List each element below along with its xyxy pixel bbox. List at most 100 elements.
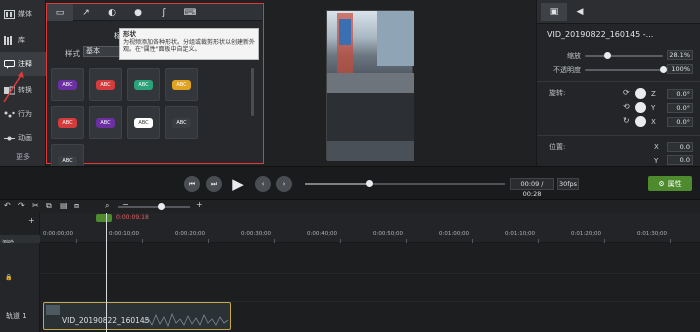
sidebar-item-animations[interactable]: 动画 bbox=[0, 126, 46, 150]
next-clip-button[interactable]: › bbox=[276, 176, 292, 192]
add-track-icon[interactable]: + bbox=[28, 216, 35, 225]
more-button[interactable]: 更多 bbox=[0, 152, 46, 162]
opacity-slider[interactable] bbox=[585, 69, 663, 71]
axis-y-label: Y bbox=[651, 104, 656, 112]
rotation-z-dial[interactable] bbox=[635, 88, 646, 99]
play-icon: ▶ bbox=[232, 175, 244, 193]
step-forward-icon: ⏭ bbox=[210, 179, 218, 188]
paste-icon[interactable]: ▤ bbox=[60, 201, 68, 210]
rotation-y-value[interactable]: 0.0° bbox=[667, 103, 693, 113]
scale-label: 缩放 bbox=[567, 52, 581, 60]
zoom-slider[interactable] bbox=[118, 206, 190, 208]
track-separator bbox=[40, 273, 700, 274]
ruler-tick-label: 0:00:20;00 bbox=[175, 231, 206, 237]
cut-icon[interactable]: ✂ bbox=[32, 201, 39, 210]
track-name[interactable]: 轨道 1 bbox=[6, 311, 27, 321]
fps-display[interactable]: 30fps bbox=[557, 178, 579, 190]
tab-audio-properties[interactable]: ◀ bbox=[567, 3, 593, 21]
rotation-x-dial[interactable] bbox=[635, 116, 646, 127]
playhead-line bbox=[106, 213, 107, 332]
opacity-slider-knob[interactable] bbox=[660, 66, 667, 73]
audio-icon: ◀ bbox=[576, 7, 584, 17]
tab-visual-properties[interactable]: ▣ bbox=[541, 3, 567, 21]
scale-slider-knob[interactable] bbox=[603, 52, 611, 59]
timeline-ruler[interactable]: 0:00:09;18 0:00:00;00 0:00:10;00 0:00:20;0… bbox=[40, 213, 700, 243]
arrow-icon: ↗ bbox=[82, 7, 90, 18]
step-back-icon: ⏮ bbox=[188, 179, 196, 188]
library-icon bbox=[4, 35, 15, 45]
sidebar-item-media[interactable]: 媒体 bbox=[0, 2, 46, 26]
callout-thumbnail[interactable]: ABC bbox=[51, 68, 84, 101]
callout-thumbnail-label: ABC bbox=[58, 155, 77, 166]
video-frame-image bbox=[327, 11, 414, 161]
rotate-x-icon: ↻ bbox=[623, 116, 630, 125]
video-preview[interactable] bbox=[326, 10, 414, 161]
callout-thumbnail[interactable]: ABC bbox=[127, 106, 160, 139]
opacity-value[interactable]: 100% bbox=[667, 64, 693, 74]
sidebar-item-library[interactable]: 库 bbox=[0, 28, 46, 52]
callout-thumbnail[interactable]: ABC bbox=[165, 68, 198, 101]
play-button[interactable]: ▶ bbox=[228, 174, 248, 194]
step-back-button[interactable]: ⏮ bbox=[184, 176, 200, 192]
scrub-knob[interactable] bbox=[366, 180, 373, 187]
blur-icon: ● bbox=[134, 7, 142, 18]
ruler-tick-label: 0:01:30;00 bbox=[637, 231, 668, 237]
lock-icon[interactable]: 🔒 bbox=[5, 274, 12, 281]
panel-scrollbar[interactable] bbox=[251, 68, 254, 116]
annotation-type-tabs: ▭ ↗ ◐ ● ʃ ⌨ bbox=[47, 4, 262, 21]
sidebar-item-label: 行为 bbox=[18, 110, 32, 118]
callout-thumbnail-label: ABC bbox=[96, 79, 115, 90]
ruler-tick-label: 0:00:00;00 bbox=[43, 231, 74, 237]
position-x-value[interactable]: 0.0 bbox=[667, 142, 693, 152]
chevron-left-icon: ‹ bbox=[261, 180, 265, 188]
tab-blur[interactable]: ● bbox=[125, 4, 151, 21]
step-forward-button[interactable]: ⏭ bbox=[206, 176, 222, 192]
scrub-bar[interactable] bbox=[305, 180, 505, 187]
ruler-tick-label: 0:00:30;00 bbox=[241, 231, 272, 237]
tab-keystrokes[interactable]: ⌨ bbox=[177, 4, 203, 21]
annotations-panel: ▭ ↗ ◐ ● ʃ ⌨ 标 样式 基本 形状 为视频添加各种形状。分组或裁剪形状… bbox=[46, 3, 264, 177]
copy-icon[interactable]: ⧉ bbox=[46, 201, 52, 211]
callout-thumbnail[interactable]: ABC bbox=[89, 106, 122, 139]
playhead-handle[interactable] bbox=[96, 214, 112, 222]
rotation-y-dial[interactable] bbox=[635, 102, 646, 113]
undo-icon[interactable]: ↶ bbox=[4, 201, 11, 210]
redo-icon[interactable]: ↷ bbox=[18, 201, 25, 210]
red-arrow-icon bbox=[3, 71, 24, 103]
callout-thumbnail-label: ABC bbox=[134, 117, 153, 128]
chevron-right-icon: › bbox=[282, 180, 286, 188]
sketch-icon: ʃ bbox=[162, 7, 166, 18]
callout-thumbnail-label: ABC bbox=[172, 79, 191, 90]
tab-sketch[interactable]: ʃ bbox=[151, 4, 177, 21]
callout-thumbnail-label: ABC bbox=[172, 117, 191, 128]
divider bbox=[537, 81, 700, 82]
tab-arrows[interactable]: ↗ bbox=[73, 4, 99, 21]
style-label: 样式 bbox=[65, 49, 80, 58]
rotation-x-value[interactable]: 0.0° bbox=[667, 117, 693, 127]
callout-thumbnail-label: ABC bbox=[58, 79, 77, 90]
shape-icon: ◐ bbox=[108, 7, 116, 18]
callout-thumbnail[interactable]: ABC bbox=[51, 106, 84, 139]
scale-slider[interactable] bbox=[585, 55, 663, 57]
zoom-in-icon[interactable]: + bbox=[196, 200, 203, 209]
tooltip-text: 为视频添加各种形状。分组或裁剪形状以创建新外观。在"属性"面板中自定义。 bbox=[123, 38, 256, 54]
zoom-icon[interactable]: ⌕ bbox=[105, 201, 109, 211]
rotation-label: 旋转: bbox=[549, 89, 566, 97]
callout-thumbnail[interactable]: ABC bbox=[165, 106, 198, 139]
previous-clip-button[interactable]: ‹ bbox=[255, 176, 271, 192]
rotation-z-value[interactable]: 0.0° bbox=[667, 89, 693, 99]
ruler-tick-label: 0:01:10;00 bbox=[505, 231, 536, 237]
zoom-slider-knob[interactable] bbox=[158, 203, 165, 210]
tab-callouts[interactable]: ▭ bbox=[47, 4, 73, 21]
properties-button[interactable]: ⚙ 属性 bbox=[648, 176, 692, 191]
timeline-clip[interactable]: VID_20190822_160145 bbox=[43, 302, 231, 330]
scale-value[interactable]: 28.1% bbox=[667, 50, 693, 60]
tab-shapes[interactable]: ◐ bbox=[99, 4, 125, 21]
split-icon[interactable]: ⧈ bbox=[74, 201, 79, 211]
callout-thumbnail-label: ABC bbox=[58, 117, 77, 128]
position-y-value[interactable]: 0.0 bbox=[667, 155, 693, 165]
callout-thumbnail[interactable]: ABC bbox=[89, 68, 122, 101]
rotate-y-icon: ⟲ bbox=[623, 102, 630, 111]
callout-thumbnail[interactable]: ABC bbox=[127, 68, 160, 101]
keystroke-icon: ⌨ bbox=[183, 7, 197, 18]
